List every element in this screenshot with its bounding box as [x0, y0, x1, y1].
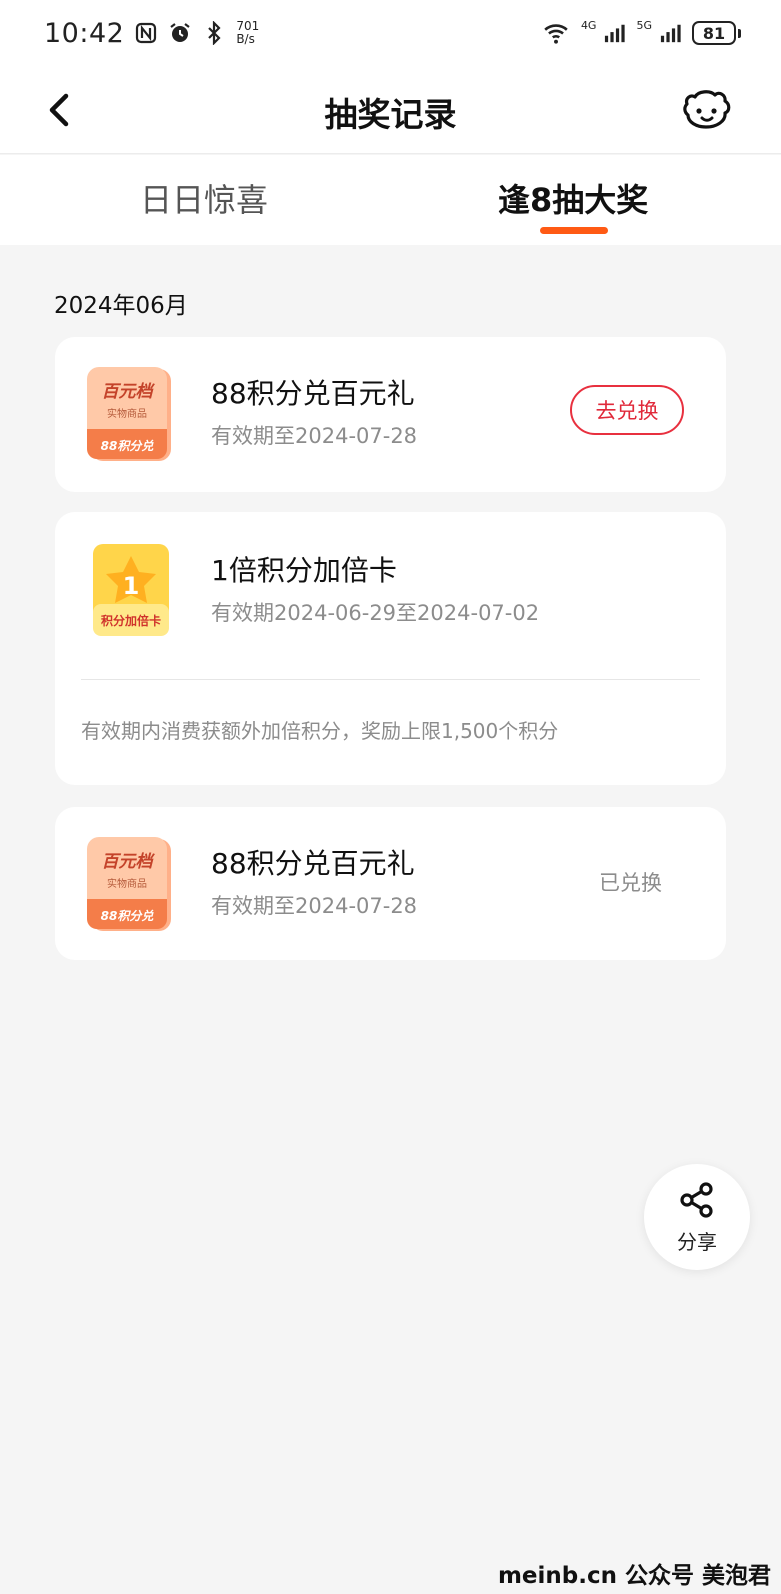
status-right: 4G 5G 81 — [541, 18, 741, 46]
card-divider — [81, 679, 700, 680]
icon-footer: 88积分兑 — [101, 439, 155, 453]
watermark: meinb.cn 公众号 美泡君 — [497, 1563, 771, 1589]
prize-validity: 有效期至2024-07-28 — [211, 424, 418, 448]
prize-validity: 有效期至2024-07-28 — [211, 894, 418, 918]
wifi-icon — [544, 24, 568, 44]
tab-lucky-draw[interactable]: 逢8抽大奖 — [498, 175, 648, 221]
icon-subtitle: 实物商品 — [107, 877, 147, 890]
icon-title: 百元档 — [102, 852, 156, 872]
signal-icon — [660, 24, 681, 43]
share-label: 分享 — [677, 1230, 717, 1254]
nav-bar: 抽奖记录 — [0, 66, 781, 154]
record-card: 百元档 实物商品 88积分兑 88积分兑百元礼 有效期至2024-07-28 去… — [55, 337, 726, 492]
record-card: 1 积分加倍卡 1倍积分加倍卡 有效期2024-06-29至2024-07-02… — [55, 512, 726, 785]
nfc-icon — [136, 22, 157, 44]
redeemed-status: 已兑换 — [599, 871, 662, 895]
icon-title: 百元档 — [102, 382, 156, 402]
battery-tip — [738, 28, 741, 38]
tab-bar: 日日惊喜 逢8抽大奖 — [0, 155, 781, 245]
signal-2-label: 5G — [636, 18, 652, 32]
page-title: 抽奖记录 — [324, 95, 457, 134]
net-speed: 701 B/s — [236, 20, 259, 46]
icon-number: 1 — [123, 572, 140, 600]
redeem-button[interactable]: 去兑换 — [570, 385, 684, 435]
battery-level: 81 — [692, 21, 736, 45]
tab-active-indicator — [540, 227, 608, 234]
gift-voucher-icon: 百元档 实物商品 88积分兑 — [87, 367, 171, 461]
prize-name: 88积分兑百元礼 — [211, 847, 415, 880]
battery-icon: 81 — [692, 21, 741, 45]
alarm-icon — [170, 23, 190, 42]
prize-validity: 有效期2024-06-29至2024-07-02 — [211, 601, 540, 625]
prize-description: 有效期内消费获额外加倍积分，奖励上限1,500个积分 — [81, 719, 559, 743]
status-left: 10:42 701 B/s — [44, 18, 259, 49]
customer-service-icon[interactable] — [681, 88, 733, 132]
share-button[interactable]: 分享 — [644, 1164, 750, 1270]
icon-footer: 88积分兑 — [101, 909, 155, 923]
icon-subtitle: 实物商品 — [107, 407, 147, 420]
record-card: 百元档 实物商品 88积分兑 88积分兑百元礼 有效期至2024-07-28 已… — [55, 807, 726, 960]
gift-voucher-icon: 百元档 实物商品 88积分兑 — [87, 837, 171, 931]
prize-name: 1倍积分加倍卡 — [211, 554, 397, 587]
prize-name: 88积分兑百元礼 — [211, 377, 415, 410]
status-bar: 10:42 701 B/s 4G 5G 81 — [0, 0, 781, 66]
tab-daily-surprise[interactable]: 日日惊喜 — [140, 175, 268, 221]
net-speed-unit: B/s — [236, 32, 255, 46]
icon-footer: 积分加倍卡 — [101, 613, 161, 628]
bluetooth-icon — [208, 21, 221, 45]
share-icon — [680, 1182, 713, 1218]
status-time: 10:42 — [44, 17, 125, 49]
month-header: 2024年06月 — [54, 293, 188, 319]
signal-icon — [605, 24, 626, 43]
points-double-card-icon: 1 积分加倍卡 — [93, 544, 169, 636]
signal-1-label: 4G — [580, 18, 597, 32]
